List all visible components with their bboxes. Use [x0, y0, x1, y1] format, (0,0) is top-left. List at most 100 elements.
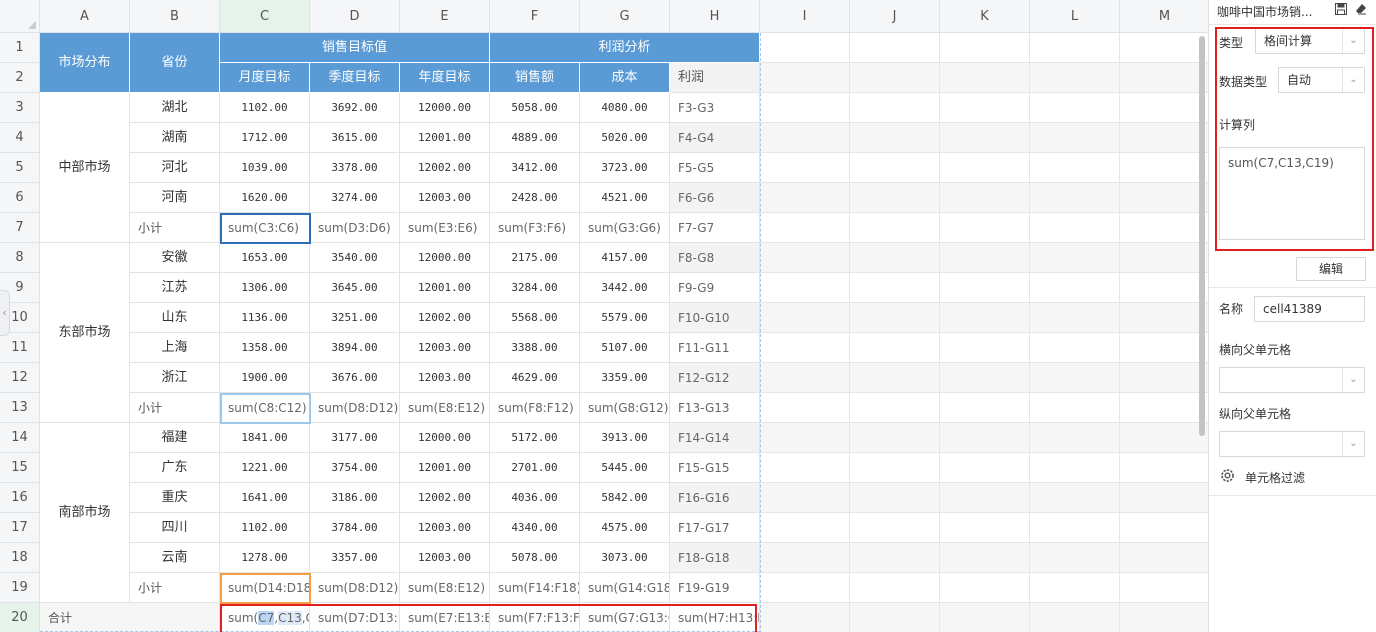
cell[interactable]: [940, 63, 1030, 93]
data-cell[interactable]: sum(F14:F18): [490, 573, 580, 603]
province-cell[interactable]: 安徽: [130, 243, 220, 273]
data-cell[interactable]: 2175.00: [490, 243, 580, 273]
profit-formula-cell[interactable]: F18-G18: [670, 543, 760, 573]
cell[interactable]: [1120, 603, 1208, 632]
cell[interactable]: [760, 63, 850, 93]
cell[interactable]: [850, 603, 940, 632]
collapse-panel-toggle[interactable]: ‹: [0, 290, 10, 336]
data-cell[interactable]: sum(E8:E12): [400, 573, 490, 603]
cell[interactable]: [850, 123, 940, 153]
data-cell[interactable]: sum(G14:G18): [580, 573, 670, 603]
cell[interactable]: [760, 33, 850, 63]
data-cell[interactable]: 1221.00: [220, 453, 310, 483]
eraser-icon[interactable]: [1355, 3, 1367, 18]
cell[interactable]: [760, 243, 850, 273]
cell[interactable]: [1030, 513, 1120, 543]
cell[interactable]: [1120, 423, 1208, 453]
cell[interactable]: [760, 213, 850, 243]
data-cell[interactable]: 12003.00: [400, 513, 490, 543]
row-header[interactable]: 1: [0, 33, 40, 63]
data-cell[interactable]: 4340.00: [490, 513, 580, 543]
cell[interactable]: [940, 243, 1030, 273]
profit-formula-cell[interactable]: F13-G13: [670, 393, 760, 423]
cell[interactable]: [760, 513, 850, 543]
data-cell[interactable]: 12003.00: [400, 183, 490, 213]
row-header[interactable]: 3: [0, 93, 40, 123]
data-cell[interactable]: 12003.00: [400, 363, 490, 393]
data-cell[interactable]: 3754.00: [310, 453, 400, 483]
data-cell[interactable]: 3723.00: [580, 153, 670, 183]
region-cell[interactable]: 中部市场: [40, 93, 130, 243]
data-cell[interactable]: sum(D3:D6): [310, 213, 400, 243]
data-cell[interactable]: 12000.00: [400, 423, 490, 453]
cell[interactable]: [940, 303, 1030, 333]
cell[interactable]: [760, 603, 850, 632]
data-cell[interactable]: 5058.00: [490, 93, 580, 123]
cell[interactable]: [1120, 93, 1208, 123]
data-cell[interactable]: 3412.00: [490, 153, 580, 183]
data-cell[interactable]: 3378.00: [310, 153, 400, 183]
vertical-scrollbar[interactable]: [1199, 36, 1205, 436]
data-cell[interactable]: 5842.00: [580, 483, 670, 513]
province-cell[interactable]: 重庆: [130, 483, 220, 513]
column-header[interactable]: A: [40, 0, 130, 33]
column-header[interactable]: L: [1030, 0, 1120, 33]
row-header[interactable]: 16: [0, 483, 40, 513]
column-header[interactable]: E: [400, 0, 490, 33]
data-cell[interactable]: 12002.00: [400, 303, 490, 333]
data-cell[interactable]: sum(G3:G6): [580, 213, 670, 243]
cell[interactable]: [940, 93, 1030, 123]
data-cell[interactable]: 5107.00: [580, 333, 670, 363]
cell[interactable]: [1120, 273, 1208, 303]
data-cell[interactable]: 4036.00: [490, 483, 580, 513]
data-cell[interactable]: 1102.00: [220, 93, 310, 123]
row-header[interactable]: 2: [0, 63, 40, 93]
data-cell[interactable]: 1306.00: [220, 273, 310, 303]
cell[interactable]: [850, 303, 940, 333]
cell[interactable]: [940, 153, 1030, 183]
cell[interactable]: [940, 273, 1030, 303]
cell[interactable]: [850, 483, 940, 513]
column-header[interactable]: F: [490, 0, 580, 33]
select-all-corner[interactable]: [0, 0, 40, 33]
data-cell[interactable]: 3186.00: [310, 483, 400, 513]
column-header[interactable]: B: [130, 0, 220, 33]
province-cell[interactable]: 福建: [130, 423, 220, 453]
name-input[interactable]: cell41389: [1254, 296, 1365, 322]
cell[interactable]: [940, 543, 1030, 573]
cell[interactable]: [850, 33, 940, 63]
cell[interactable]: [1030, 93, 1120, 123]
column-header[interactable]: G: [580, 0, 670, 33]
data-cell[interactable]: sum(D8:D12): [310, 393, 400, 423]
data-cell[interactable]: sum(F8:F12): [490, 393, 580, 423]
cell[interactable]: [940, 453, 1030, 483]
data-cell[interactable]: 1278.00: [220, 543, 310, 573]
cell[interactable]: [1120, 573, 1208, 603]
cell[interactable]: [760, 273, 850, 303]
data-cell[interactable]: 12001.00: [400, 123, 490, 153]
data-cell[interactable]: sum(D8:D12): [310, 573, 400, 603]
data-cell[interactable]: 5568.00: [490, 303, 580, 333]
province-cell[interactable]: 广东: [130, 453, 220, 483]
province-cell[interactable]: 山东: [130, 303, 220, 333]
vertical-parent-select[interactable]: ⌄: [1219, 431, 1365, 457]
cell[interactable]: [1120, 453, 1208, 483]
data-cell[interactable]: 4629.00: [490, 363, 580, 393]
row-header[interactable]: 15: [0, 453, 40, 483]
cell[interactable]: [1120, 153, 1208, 183]
edit-button[interactable]: 编辑: [1296, 257, 1366, 281]
cell[interactable]: [760, 573, 850, 603]
data-cell[interactable]: 12001.00: [400, 273, 490, 303]
cell[interactable]: [1120, 393, 1208, 423]
data-cell[interactable]: sum(G8:G12): [580, 393, 670, 423]
cell[interactable]: [1030, 213, 1120, 243]
profit-formula-cell[interactable]: F12-G12: [670, 363, 760, 393]
cell[interactable]: [1030, 63, 1120, 93]
column-header[interactable]: C: [220, 0, 310, 33]
province-cell[interactable]: 河南: [130, 183, 220, 213]
province-cell[interactable]: 湖北: [130, 93, 220, 123]
data-cell[interactable]: 1653.00: [220, 243, 310, 273]
profit-formula-cell[interactable]: F7-G7: [670, 213, 760, 243]
profit-formula-cell[interactable]: F17-G17: [670, 513, 760, 543]
cell[interactable]: [1030, 303, 1120, 333]
